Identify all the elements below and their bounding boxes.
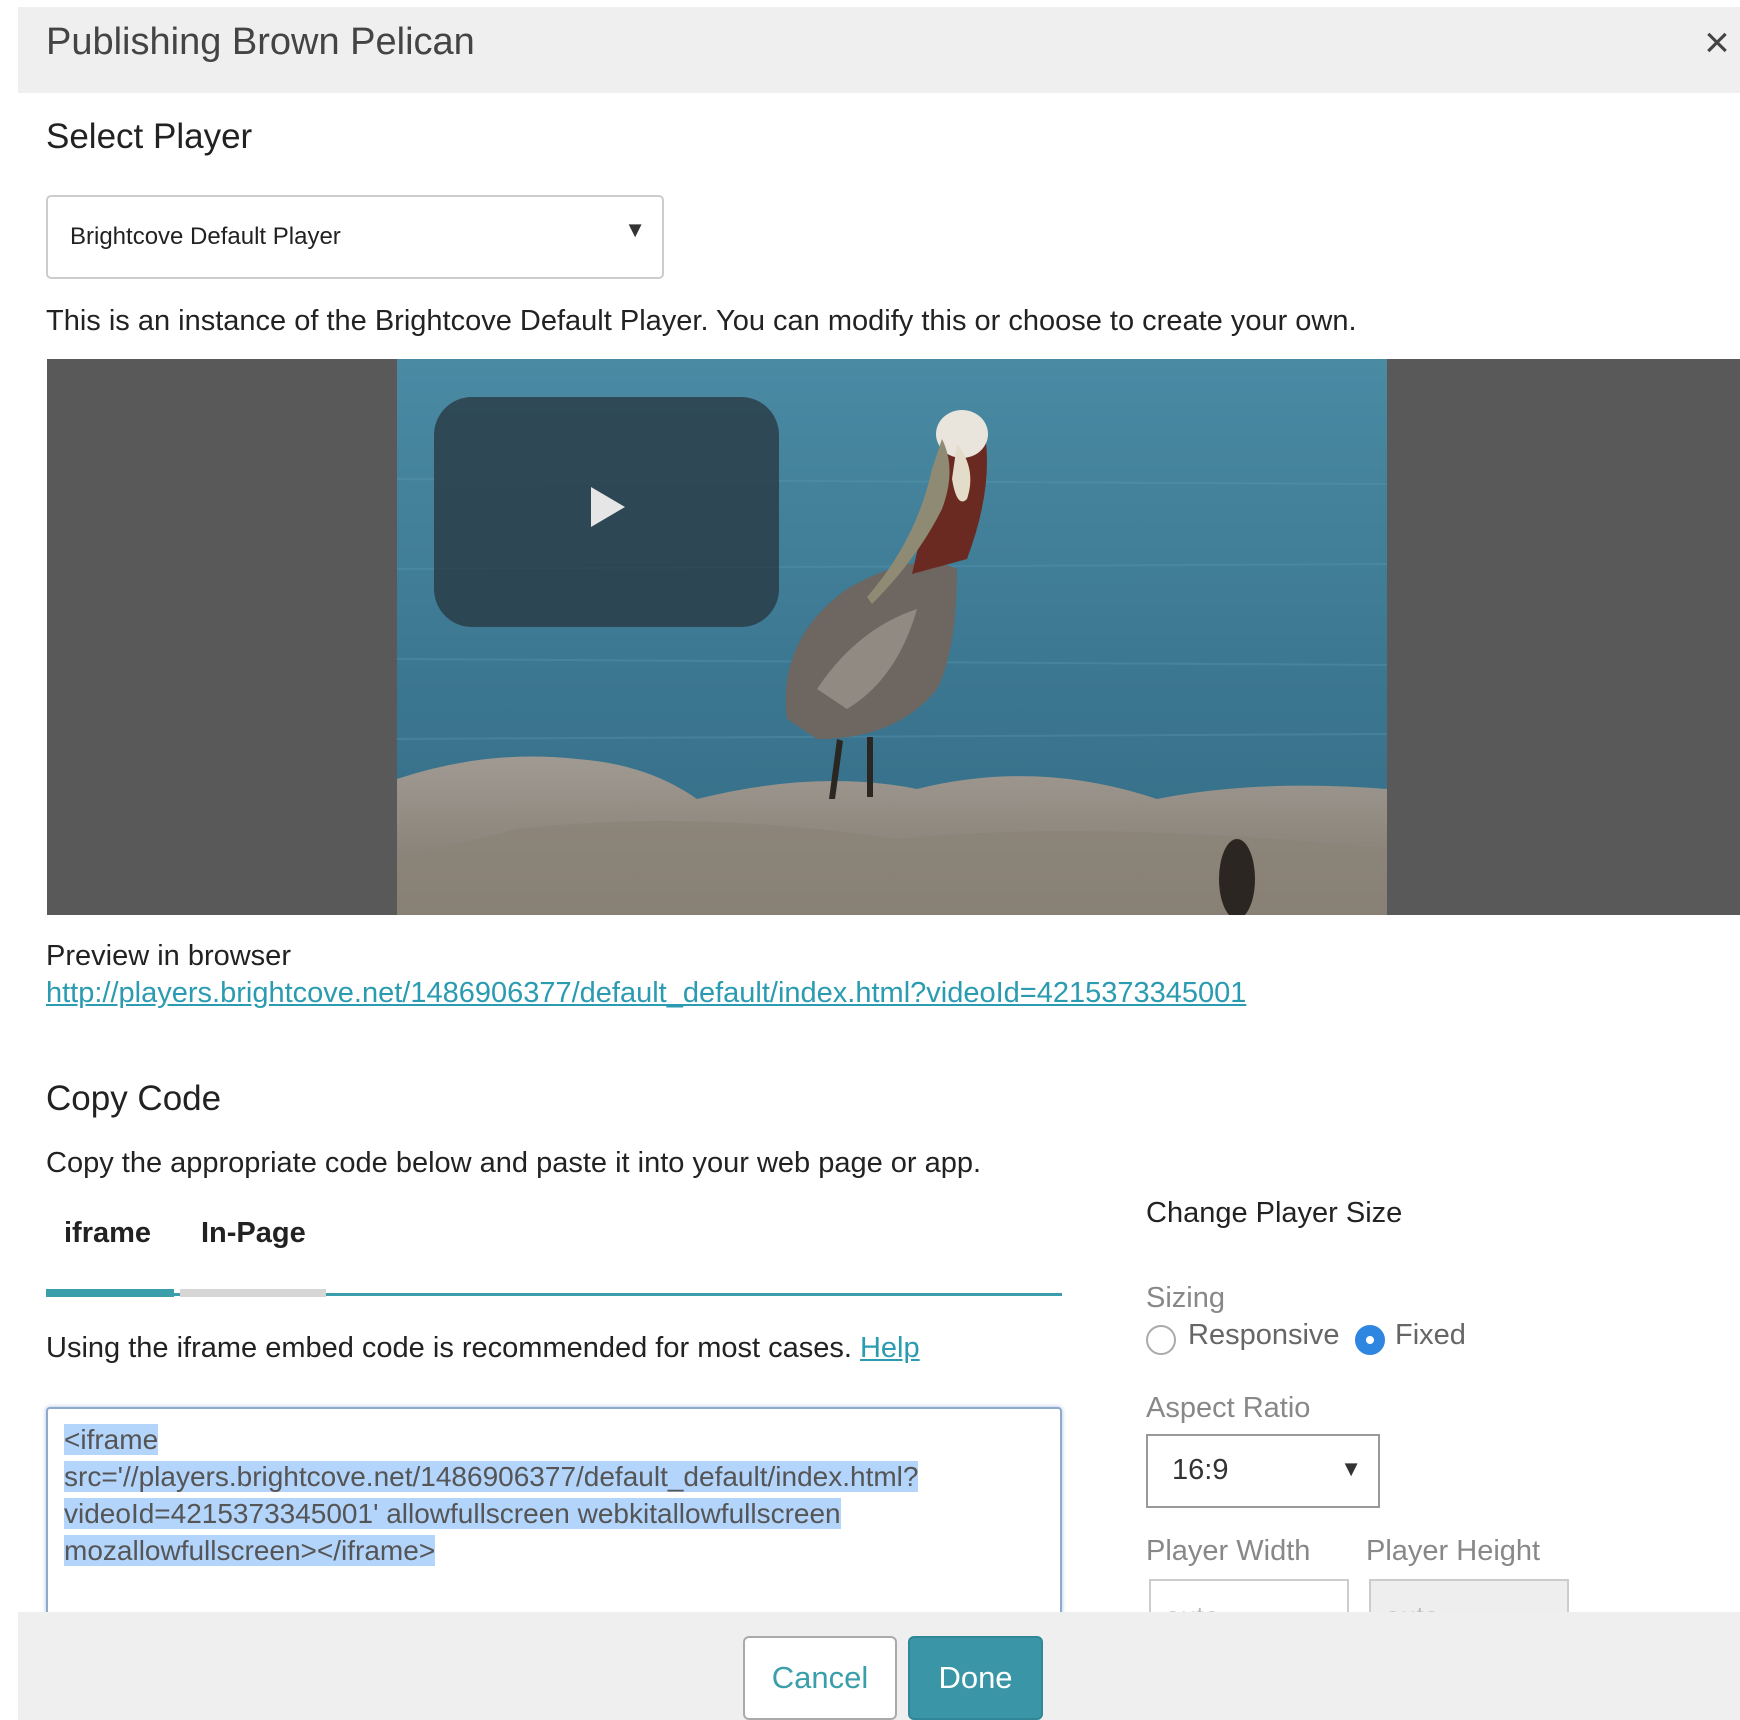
code-line: videoId=4215373345001' allowfullscreen w… — [64, 1498, 841, 1529]
player-size-heading: Change Player Size — [1146, 1197, 1403, 1229]
player-select[interactable]: Brightcove Default Player ▼ — [46, 195, 664, 279]
publish-dialog: Publishing Brown Pelican × Select Player… — [18, 7, 1740, 1720]
chevron-down-icon: ▼ — [1340, 1456, 1362, 1481]
sizing-fixed-radio[interactable] — [1355, 1325, 1385, 1355]
cancel-button[interactable]: Cancel — [743, 1636, 897, 1720]
embed-tabs: iframe In-Page — [46, 1217, 1062, 1297]
tab-in-page[interactable]: In-Page — [201, 1217, 306, 1250]
code-line: src='//players.brightcove.net/1486906377… — [64, 1461, 919, 1492]
copy-code-heading: Copy Code — [46, 1079, 222, 1118]
player-description: This is an instance of the Brightcove De… — [46, 305, 1357, 337]
done-button[interactable]: Done — [908, 1636, 1043, 1720]
embed-code-text: <iframe src='//players.brightcove.net/14… — [64, 1421, 1034, 1569]
play-button[interactable] — [434, 397, 779, 627]
embed-hint: Using the iframe embed code is recommend… — [46, 1332, 920, 1365]
chevron-down-icon: ▼ — [624, 217, 646, 242]
dialog-footer: Cancel Done — [18, 1612, 1740, 1720]
code-line: <iframe — [64, 1424, 159, 1455]
aspect-ratio-select[interactable]: 16:9 ▼ — [1146, 1434, 1380, 1508]
code-line: mozallowfullscreen></iframe> — [64, 1535, 436, 1566]
sizing-responsive-radio[interactable] — [1146, 1325, 1176, 1355]
help-link[interactable]: Help — [860, 1332, 920, 1364]
close-icon[interactable]: × — [1694, 13, 1740, 73]
aspect-ratio-label: Aspect Ratio — [1146, 1392, 1311, 1424]
tab-in-page-indicator — [180, 1289, 326, 1297]
player-height-label: Player Height — [1366, 1535, 1541, 1567]
sizing-label: Sizing — [1146, 1282, 1225, 1314]
select-player-heading: Select Player — [46, 117, 253, 156]
preview-label: Preview in browser — [46, 940, 291, 972]
copy-code-description: Copy the appropriate code below and past… — [46, 1147, 982, 1179]
embed-hint-text: Using the iframe embed code is recommend… — [46, 1332, 852, 1364]
sizing-responsive-label: Responsive — [1188, 1319, 1340, 1351]
player-width-label: Player Width — [1146, 1535, 1311, 1567]
tab-iframe-indicator — [46, 1289, 174, 1297]
embed-code-textarea[interactable]: <iframe src='//players.brightcove.net/14… — [46, 1407, 1062, 1615]
tab-iframe[interactable]: iframe — [64, 1217, 151, 1250]
video-frame — [397, 359, 1387, 915]
video-player[interactable] — [47, 359, 1740, 915]
play-icon — [591, 487, 625, 527]
preview-url-link[interactable]: http://players.brightcove.net/1486906377… — [46, 977, 1246, 1010]
aspect-ratio-value: 16:9 — [1172, 1454, 1229, 1486]
sizing-fixed-label: Fixed — [1395, 1319, 1466, 1351]
dialog-title: Publishing Brown Pelican — [46, 21, 475, 63]
dialog-header: Publishing Brown Pelican × — [18, 7, 1740, 93]
player-select-value: Brightcove Default Player — [70, 223, 341, 250]
